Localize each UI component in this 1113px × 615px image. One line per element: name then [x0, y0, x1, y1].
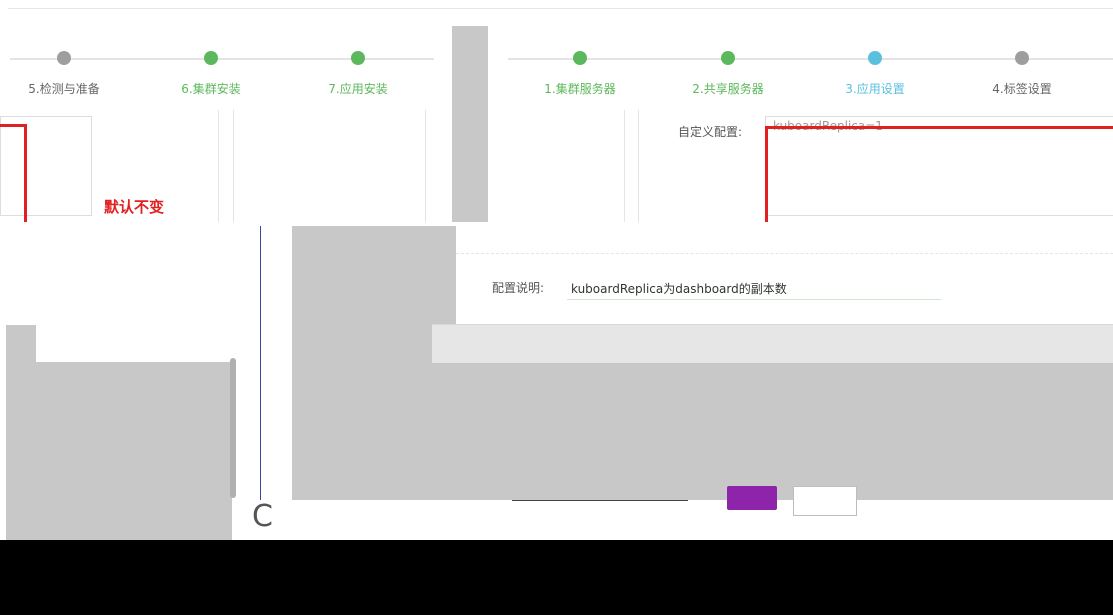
right-step-1-label[interactable]: 1.集群服务器 [520, 80, 640, 97]
custom-config-label: 自定义配置: [678, 125, 743, 139]
gray-backdrop-right [428, 362, 1113, 500]
secondary-button[interactable] [793, 486, 857, 516]
right-step-3-dot [868, 51, 882, 65]
left-step-6-label[interactable]: 6.集群安装 [151, 80, 271, 97]
config-desc-underline [567, 299, 941, 300]
right-step-3-label[interactable]: 3.应用设置 [815, 80, 935, 97]
left-step-5-dot [57, 51, 71, 65]
left-divider-2 [233, 110, 234, 222]
config-desc-panel [456, 226, 1113, 324]
right-step-1-dot [573, 51, 587, 65]
right-divider-1 [624, 110, 625, 222]
panel-gap [452, 26, 488, 222]
config-desc-value: kuboardReplica为dashboard的副本数 [571, 282, 787, 296]
bottom-black-bar [0, 540, 1113, 615]
right-step-4-dot [1015, 51, 1029, 65]
purple-button[interactable] [727, 486, 777, 510]
left-highlight-box [0, 124, 27, 227]
left-lower-gutter [261, 226, 292, 500]
gray-backdrop-left [6, 362, 232, 542]
app-logo[interactable]: C [252, 497, 278, 537]
left-step-7-label[interactable]: 7.应用安装 [298, 80, 418, 97]
right-divider-2 [638, 110, 639, 222]
left-step-6-dot [204, 51, 218, 65]
right-step-2-label[interactable]: 2.共享服务器 [668, 80, 788, 97]
right-step-4-label[interactable]: 4.标签设置 [962, 80, 1082, 97]
bottom-toolbar [245, 500, 1113, 540]
right-step-2-dot [721, 51, 735, 65]
left-divider-1 [218, 110, 219, 222]
left-progress-line [10, 58, 434, 60]
scroll-handle[interactable] [230, 358, 236, 498]
toolbar-line [512, 500, 688, 501]
left-lower-panel [0, 226, 262, 362]
left-lower-grip [6, 325, 36, 362]
left-step-7-dot [351, 51, 365, 65]
footer-band [432, 324, 1113, 363]
right-highlight-box [765, 126, 1113, 230]
left-divider-3 [425, 110, 426, 222]
left-step-5-label[interactable]: 5.检测与准备 [4, 80, 124, 97]
config-desc-label: 配置说明: [492, 281, 545, 295]
config-desc-separator [456, 253, 1113, 255]
annotation-default-unchanged: 默认不变 [104, 198, 165, 216]
top-border [8, 8, 1113, 27]
